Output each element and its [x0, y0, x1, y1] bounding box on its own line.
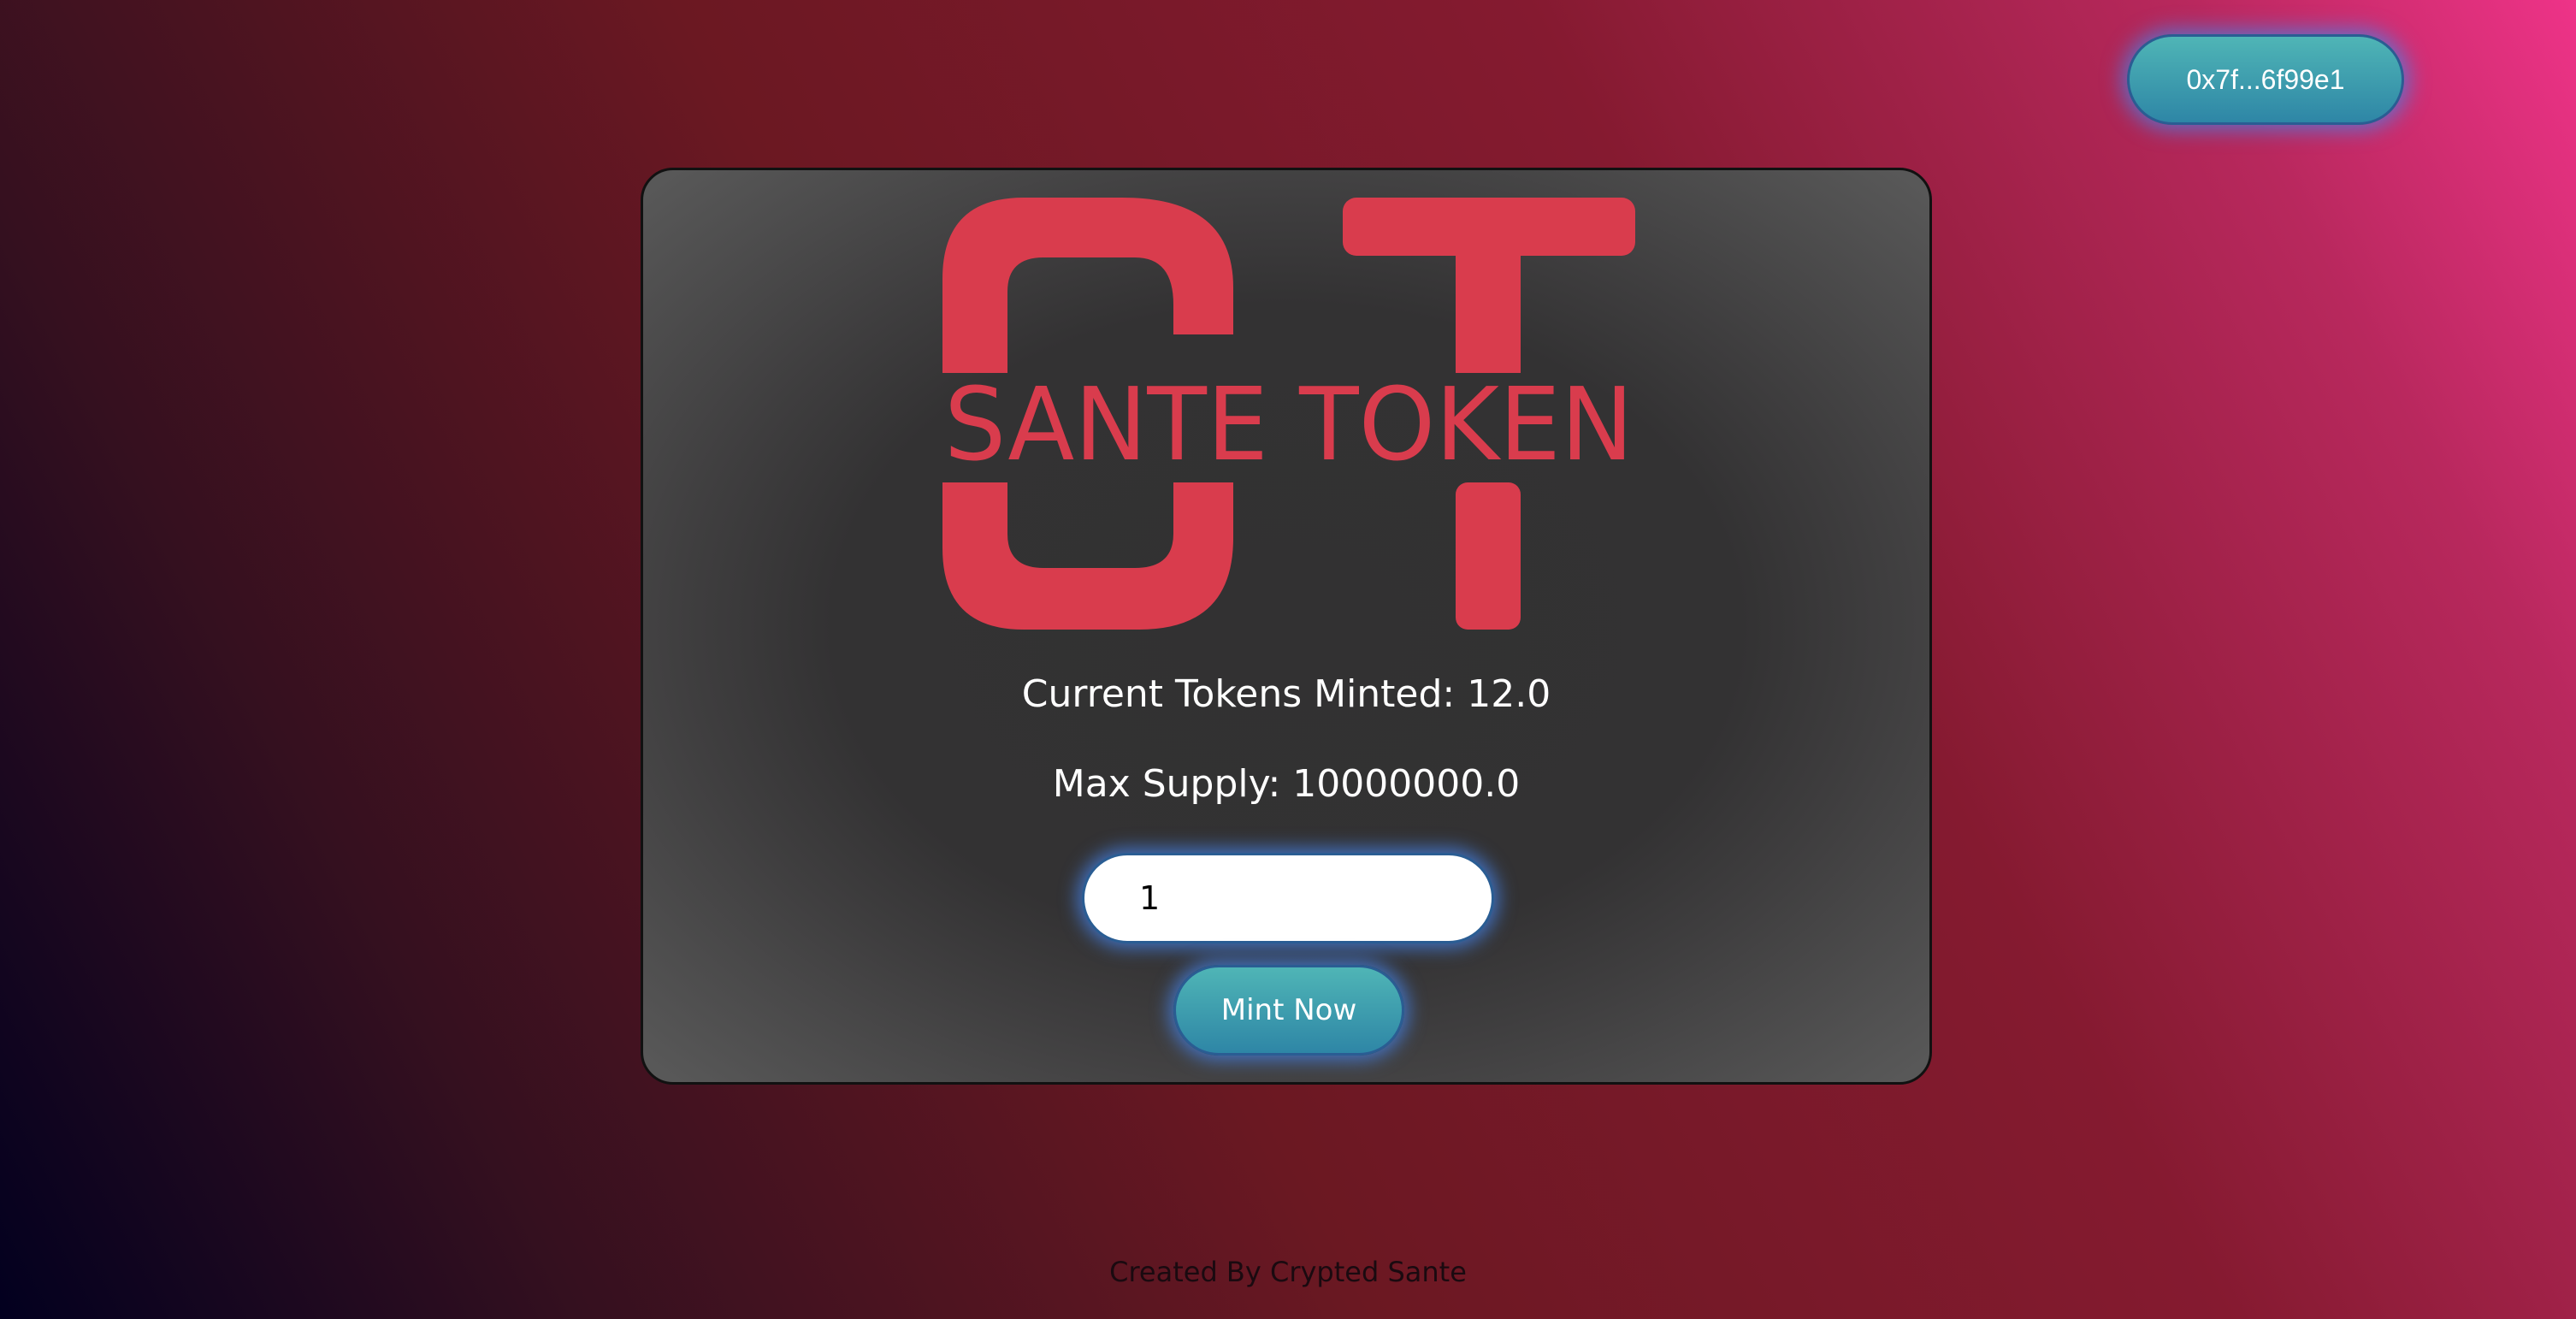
footer-credit: Created By Crypted Sante	[1109, 1256, 1467, 1288]
tokens-minted-text: Current Tokens Minted: 12.0	[1021, 672, 1551, 716]
mint-now-button[interactable]: Mint Now	[1173, 965, 1404, 1056]
wallet-address-button[interactable]: 0x7f...6f99e1	[2127, 34, 2404, 125]
mint-card: SANTE TOKEN Current Tokens Minted: 12.0 …	[641, 168, 1932, 1085]
sante-token-logo: SANTE TOKEN	[942, 198, 1635, 630]
max-supply-text: Max Supply: 10000000.0	[1052, 762, 1521, 806]
mint-amount-input[interactable]	[1082, 853, 1494, 943]
svg-text:SANTE TOKEN: SANTE TOKEN	[944, 365, 1634, 483]
